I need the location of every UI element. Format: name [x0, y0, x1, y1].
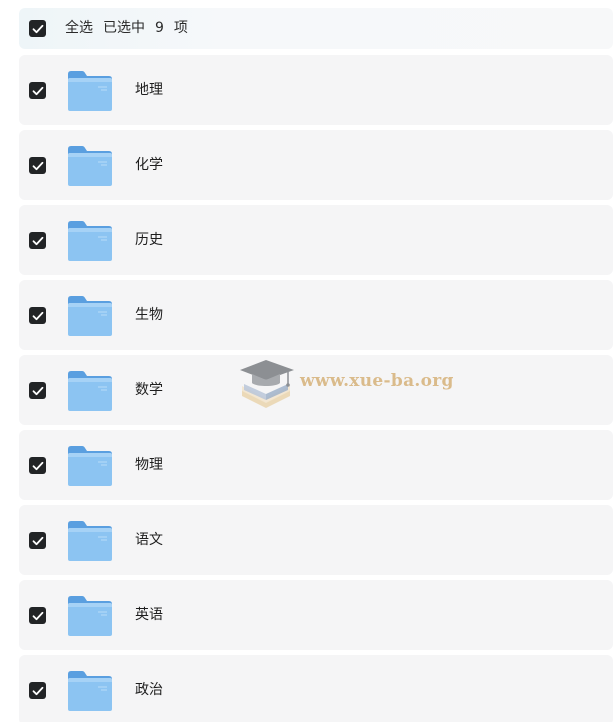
checkmark-icon: [32, 236, 43, 245]
checkmark-icon: [32, 461, 43, 470]
folder-checkbox[interactable]: [29, 607, 46, 624]
folder-checkbox[interactable]: [29, 382, 46, 399]
folder-row[interactable]: 物理: [19, 430, 613, 500]
folder-name: 物理: [135, 457, 163, 473]
folder-icon: [68, 146, 112, 186]
folder-icon: [68, 446, 112, 486]
select-all-label[interactable]: 全选: [65, 20, 93, 36]
folder-row[interactable]: 历史: [19, 205, 613, 275]
select-all-checkbox[interactable]: [29, 20, 46, 37]
folder-name: 语文: [135, 532, 163, 548]
folder-icon: [68, 296, 112, 336]
checkmark-icon: [32, 386, 43, 395]
folder-row[interactable]: 英语: [19, 580, 613, 650]
file-selection-page: 全选 已选中 9 项 地理 化学 历史 生物 数学 物理 语文 英语 政治 www.xue-ba.or…: [0, 0, 613, 722]
selected-suffix: 项: [173, 20, 188, 36]
selected-prefix: 已选中: [103, 20, 145, 36]
checkmark-icon: [32, 24, 43, 33]
checkmark-icon: [32, 536, 43, 545]
folder-checkbox[interactable]: [29, 232, 46, 249]
folder-list: 地理化学历史生物数学物理语文英语政治: [19, 55, 613, 722]
checkmark-icon: [32, 611, 43, 620]
folder-row[interactable]: 数学: [19, 355, 613, 425]
folder-name: 化学: [135, 157, 163, 173]
folder-name: 生物: [135, 307, 163, 323]
folder-checkbox[interactable]: [29, 532, 46, 549]
checkmark-icon: [32, 86, 43, 95]
selection-header: 全选 已选中 9 项: [19, 8, 613, 49]
folder-checkbox[interactable]: [29, 682, 46, 699]
checkmark-icon: [32, 686, 43, 695]
folder-row[interactable]: 语文: [19, 505, 613, 575]
selected-count: 9: [155, 20, 164, 36]
folder-row[interactable]: 生物: [19, 280, 613, 350]
folder-icon: [68, 596, 112, 636]
folder-name: 历史: [135, 232, 163, 248]
folder-name: 地理: [135, 82, 163, 98]
folder-name: 数学: [135, 382, 163, 398]
folder-icon: [68, 221, 112, 261]
folder-checkbox[interactable]: [29, 307, 46, 324]
folder-icon: [68, 371, 112, 411]
folder-checkbox[interactable]: [29, 82, 46, 99]
folder-checkbox[interactable]: [29, 457, 46, 474]
folder-row[interactable]: 化学: [19, 130, 613, 200]
selection-summary: 全选 已选中 9 项: [65, 8, 198, 49]
folder-icon: [68, 671, 112, 711]
folder-name: 英语: [135, 607, 163, 623]
folder-name: 政治: [135, 682, 163, 698]
folder-checkbox[interactable]: [29, 157, 46, 174]
folder-row[interactable]: 地理: [19, 55, 613, 125]
folder-icon: [68, 71, 112, 111]
folder-icon: [68, 521, 112, 561]
checkmark-icon: [32, 311, 43, 320]
folder-row[interactable]: 政治: [19, 655, 613, 722]
checkmark-icon: [32, 161, 43, 170]
